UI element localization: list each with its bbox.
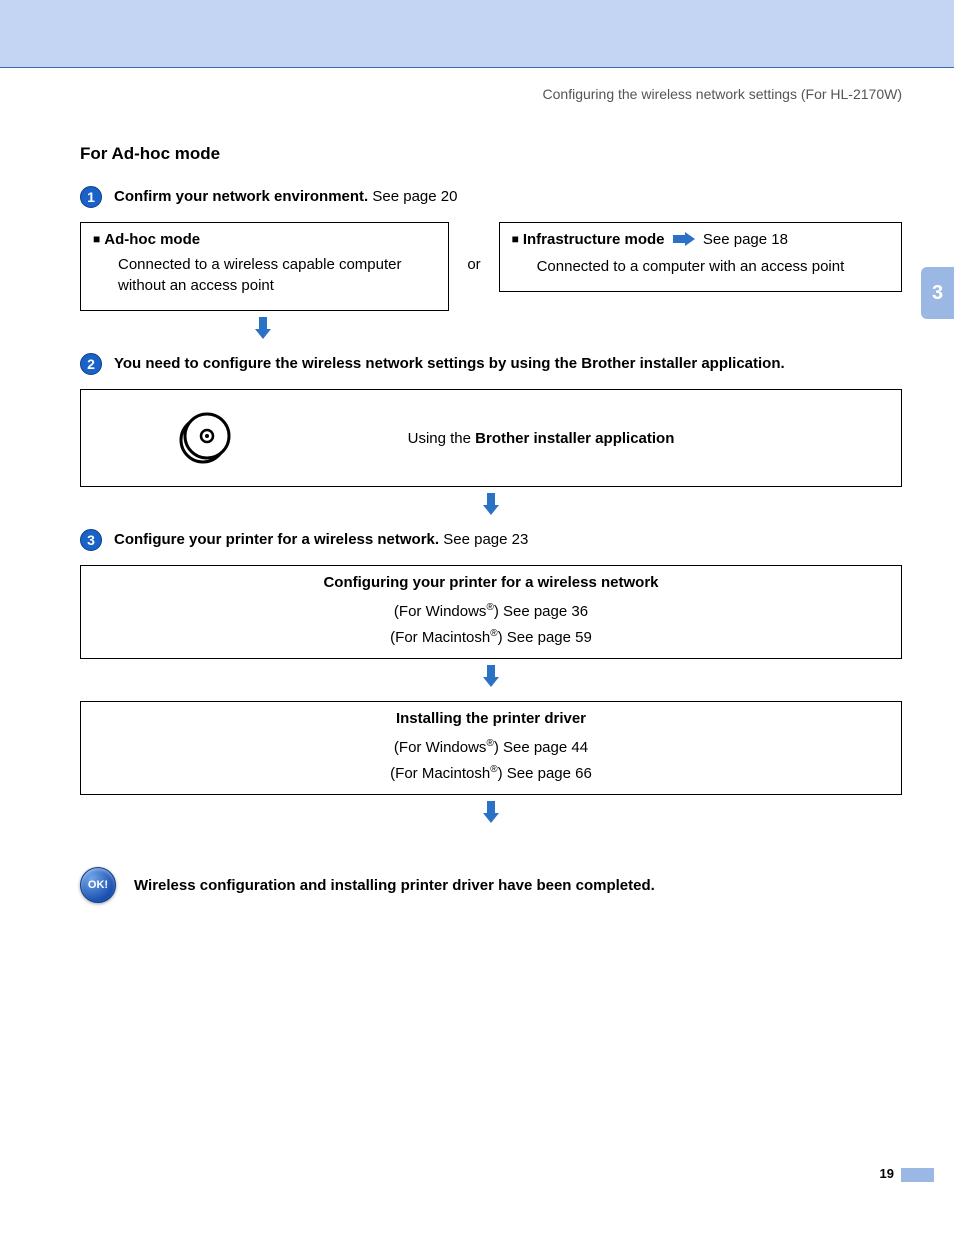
- step-3-bold: Configure your printer for a wireless ne…: [114, 531, 439, 548]
- header-band: [0, 0, 954, 68]
- installer-bold: Brother installer application: [475, 430, 674, 447]
- adhoc-desc: Connected to a wireless capable computer…: [118, 254, 436, 296]
- reg-mark: ®: [490, 628, 497, 639]
- adhoc-title: Ad-hoc mode: [104, 231, 200, 248]
- completion-row: OK! Wireless configuration and installin…: [80, 867, 902, 903]
- arrow-down-4: [80, 801, 902, 827]
- installer-box: Using the Brother installer application: [80, 389, 902, 487]
- square-bullet-icon: ■: [512, 232, 519, 246]
- completion-text: Wireless configuration and installing pr…: [134, 877, 655, 894]
- adhoc-mode-box: ■ Ad-hoc mode Connected to a wireless cap…: [80, 222, 449, 311]
- page-number-bar-icon: [901, 1168, 934, 1182]
- step-number-3-icon: 3: [80, 529, 102, 551]
- drv-win-prefix: (For Windows: [394, 739, 487, 756]
- ok-badge-icon: OK!: [80, 867, 116, 903]
- infra-link: See page 18: [699, 231, 788, 248]
- step-3-rest: See page 23: [439, 531, 528, 548]
- arrow-down-2: [80, 493, 902, 519]
- arrow-right-icon: [673, 232, 695, 250]
- cfg-mac-prefix: (For Macintosh: [390, 629, 490, 646]
- reg-mark: ®: [490, 764, 497, 775]
- arrow-down-1: [80, 317, 902, 343]
- step-3: 3 Configure your printer for a wireless …: [80, 529, 902, 551]
- infrastructure-mode-box: ■ Infrastructure mode See page 18 Connect…: [499, 222, 902, 292]
- mode-row: ■ Ad-hoc mode Connected to a wireless cap…: [80, 222, 902, 311]
- cd-icon-wrap: [95, 410, 315, 466]
- square-bullet-icon: ■: [93, 232, 100, 246]
- arrow-down-3: [80, 665, 902, 691]
- drv-mac-prefix: (For Macintosh: [390, 765, 490, 782]
- step-1-text: Confirm your network environment. See pa…: [114, 188, 457, 205]
- step-1-bold: Confirm your network environment.: [114, 188, 368, 205]
- reg-mark: ®: [486, 738, 493, 749]
- installer-prefix: Using the: [408, 430, 476, 447]
- step-2-bold: You need to configure the wireless netwo…: [114, 355, 785, 372]
- step-3-text: Configure your printer for a wireless ne…: [114, 531, 528, 548]
- infra-desc: Connected to a computer with an access p…: [537, 256, 889, 277]
- infra-title: Infrastructure mode: [523, 231, 665, 248]
- driver-title: Installing the printer driver: [95, 710, 887, 727]
- adhoc-title-line: ■ Ad-hoc mode: [93, 231, 436, 248]
- arrow-down-icon: [483, 801, 499, 823]
- arrow-down-icon: [483, 665, 499, 687]
- cfg-win-prefix: (For Windows: [394, 603, 487, 620]
- step-number-2-icon: 2: [80, 353, 102, 375]
- or-label: or: [459, 222, 488, 273]
- cd-icon: [177, 410, 233, 466]
- installer-text: Using the Brother installer application: [315, 430, 887, 447]
- drv-win-suffix: ) See page 44: [494, 739, 588, 756]
- step-2: 2 You need to configure the wireless net…: [80, 353, 902, 375]
- page-number: 19: [880, 1166, 894, 1181]
- configure-title: Configuring your printer for a wireless …: [95, 574, 887, 591]
- driver-mac-line: (For Macintosh®) See page 66: [95, 761, 887, 787]
- configure-box: Configuring your printer for a wireless …: [80, 565, 902, 659]
- arrow-down-icon: [255, 317, 271, 339]
- section-title: For Ad-hoc mode: [80, 144, 902, 164]
- cfg-win-suffix: ) See page 36: [494, 603, 588, 620]
- driver-windows-line: (For Windows®) See page 44: [95, 735, 887, 761]
- driver-box: Installing the printer driver (For Windo…: [80, 701, 902, 795]
- step-1-rest: See page 20: [368, 188, 457, 205]
- step-2-text: You need to configure the wireless netwo…: [114, 355, 785, 372]
- configure-mac-line: (For Macintosh®) See page 59: [95, 625, 887, 651]
- drv-mac-suffix: ) See page 66: [498, 765, 592, 782]
- configure-windows-line: (For Windows®) See page 36: [95, 599, 887, 625]
- infra-title-line: ■ Infrastructure mode See page 18: [512, 231, 889, 250]
- arrow-down-icon: [483, 493, 499, 515]
- cfg-mac-suffix: ) See page 59: [498, 629, 592, 646]
- step-number-1-icon: 1: [80, 186, 102, 208]
- reg-mark: ®: [486, 602, 493, 613]
- running-header: Configuring the wireless network setting…: [80, 86, 902, 102]
- step-1: 1 Confirm your network environment. See …: [80, 186, 902, 208]
- page-content: Configuring the wireless network setting…: [0, 68, 954, 903]
